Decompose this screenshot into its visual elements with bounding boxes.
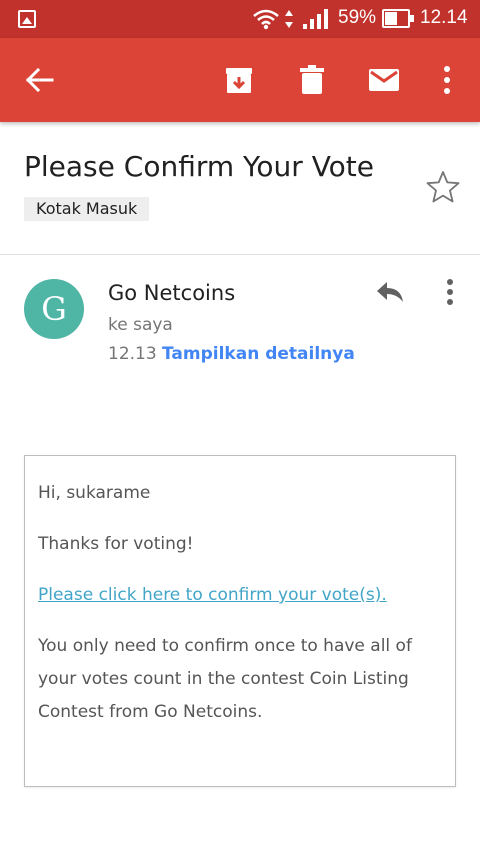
overflow-menu-button[interactable]	[427, 60, 467, 100]
battery-percent: 59%	[338, 7, 377, 28]
status-bar: 59% 12.14	[0, 0, 480, 38]
image-notification-icon	[18, 10, 36, 28]
email-body: Hi, sukarame Thanks for voting! Please c…	[24, 455, 456, 787]
star-icon[interactable]	[426, 170, 460, 204]
sender-name: Go Netcoins	[108, 281, 236, 305]
signal-icon	[303, 9, 328, 29]
delete-icon	[300, 65, 324, 94]
message-more-button[interactable]	[438, 278, 462, 306]
more-vert-icon	[444, 66, 450, 94]
reply-icon	[377, 282, 403, 302]
body-line-2: your votes count in the contest Coin Lis…	[38, 669, 409, 689]
confirm-vote-link[interactable]: Please click here to confirm your vote(s…	[38, 579, 387, 612]
battery-icon	[382, 9, 414, 28]
divider	[0, 254, 480, 255]
back-button[interactable]	[20, 60, 60, 100]
data-transfer-icon	[285, 10, 293, 28]
sender-avatar[interactable]: G	[24, 279, 84, 339]
recipient-text: ke saya	[108, 315, 173, 335]
archive-button[interactable]	[219, 60, 259, 100]
label-chip[interactable]: Kotak Masuk	[24, 197, 150, 221]
reply-button[interactable]	[372, 277, 408, 307]
greeting-text: Hi, sukarame	[38, 483, 151, 503]
wifi-icon	[253, 9, 279, 30]
email-subject: Please Confirm Your Vote	[24, 150, 375, 183]
mark-unread-button[interactable]	[364, 60, 404, 100]
delete-button[interactable]	[292, 60, 332, 100]
clock: 12.14	[420, 7, 468, 28]
body-line-3: Contest from Go Netcoins.	[38, 702, 263, 722]
archive-icon	[226, 68, 252, 93]
received-time: 12.13	[108, 344, 157, 364]
thanks-text: Thanks for voting!	[38, 534, 194, 554]
back-arrow-icon	[26, 68, 54, 92]
body-line-1: You only need to confirm once to have al…	[38, 636, 412, 656]
mail-icon	[369, 69, 399, 91]
more-vert-icon	[447, 279, 453, 305]
toolbar	[0, 38, 480, 122]
show-details-link[interactable]: Tampilkan detailnya	[162, 344, 355, 364]
